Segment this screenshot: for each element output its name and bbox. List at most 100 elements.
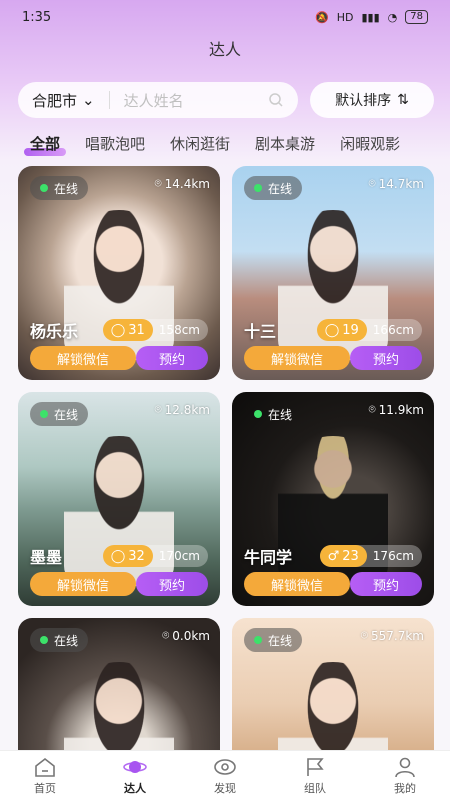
book-button[interactable]: 预约 [136, 572, 208, 596]
hd-signal-icon: HD [336, 10, 354, 24]
height-value: 170cm [158, 549, 200, 563]
bottom-nav: 首页 达人 发现 组队 我的 [0, 750, 450, 800]
talent-card[interactable]: 在线 ⌾ 14.7km 十三 ◯ 19 166cm 解锁微信 预约 [232, 166, 434, 380]
talent-card[interactable]: 在线 ⌾ 12.8km 墨墨 ◯ 32 170cm 解锁微信 预约 [18, 392, 220, 606]
count-value: 32 [128, 548, 145, 564]
nav-talent[interactable]: 达人 [105, 756, 165, 796]
divider [108, 91, 110, 109]
category-tabs: 全部 唱歌泡吧 休闲逛街 剧本桌游 闲暇观影 [0, 128, 450, 158]
online-badge: 在线 [244, 176, 303, 200]
tab-all[interactable]: 全部 [23, 133, 67, 156]
signal-icon: ▮▮▮ [361, 10, 380, 24]
location-pin-icon: ⌾ [154, 176, 162, 190]
button-row: 解锁微信 预约 [244, 346, 422, 370]
nav-team-label: 组队 [304, 781, 326, 795]
chat-bubble-icon: ◯ [110, 322, 126, 338]
planet-icon [123, 760, 147, 773]
search-box[interactable]: 合肥市 ⌄ 达人姓名 [18, 82, 298, 118]
chevron-down-icon: ⌄ [82, 91, 95, 109]
sort-button[interactable]: 默认排序 ⇅ [310, 82, 434, 118]
count-value: 31 [128, 322, 145, 338]
online-badge: 在线 [30, 628, 89, 652]
search-row: 合肥市 ⌄ 达人姓名 默认排序 ⇅ [18, 82, 434, 118]
tab-boardgames[interactable]: 剧本桌游 [255, 133, 315, 154]
button-row: 解锁微信 预约 [244, 572, 422, 596]
nav-talent-label: 达人 [124, 781, 146, 795]
talent-name: 十三 [244, 322, 277, 341]
talent-grid: 在线 ⌾ 14.4km 杨乐乐 ◯ 31 158cm 解锁微信 预约 在线 ⌾ … [18, 166, 434, 800]
home-icon [35, 757, 55, 777]
page-title: 达人 [208, 40, 241, 59]
unlock-wechat-button[interactable]: 解锁微信 [30, 572, 136, 596]
button-row: 解锁微信 预约 [30, 346, 208, 370]
nav-mine[interactable]: 我的 [375, 756, 435, 796]
location-pin-icon: ⌾ [162, 628, 170, 642]
online-dot-icon [40, 636, 48, 644]
online-label: 在线 [268, 633, 293, 648]
online-label: 在线 [54, 181, 79, 196]
nav-team[interactable]: 组队 [285, 756, 345, 796]
location-pin-icon: ⌾ [368, 176, 376, 190]
name-row: 墨墨 ◯ 32 170cm [30, 544, 208, 568]
online-label: 在线 [54, 407, 79, 422]
tab-shopping[interactable]: 休闲逛街 [170, 133, 230, 154]
tab-movies[interactable]: 闲暇观影 [340, 133, 400, 154]
mute-icon: 🔕 [315, 10, 329, 24]
distance-value: 12.8km [164, 402, 210, 417]
nav-discover[interactable]: 发现 [195, 756, 255, 796]
online-badge: 在线 [30, 402, 89, 426]
user-icon [395, 757, 415, 777]
distance-value: 11.9km [378, 402, 424, 417]
distance-value: 14.4km [164, 176, 210, 191]
online-dot-icon [40, 410, 48, 418]
talent-card[interactable]: 在线 ⌾ 14.4km 杨乐乐 ◯ 31 158cm 解锁微信 预约 [18, 166, 220, 380]
online-badge: 在线 [244, 402, 302, 426]
button-row: 解锁微信 预约 [30, 572, 208, 596]
name-row: 牛同学 ♂ 23 176cm [244, 544, 422, 568]
online-dot-icon [40, 184, 48, 192]
male-icon: ♂ [327, 548, 340, 564]
location-pin-icon: ⌾ [154, 402, 162, 416]
wifi-icon: ◔ [387, 10, 398, 24]
nav-home[interactable]: 首页 [15, 756, 75, 796]
status-time: 1:35 [22, 9, 52, 25]
unlock-wechat-button[interactable]: 解锁微信 [30, 346, 136, 370]
distance-value: 557.7km [371, 628, 424, 643]
nav-home-label: 首页 [34, 781, 56, 795]
chat-bubble-icon: ◯ [110, 548, 126, 564]
city-selector[interactable]: 合肥市 ⌄ [32, 90, 95, 111]
distance: ⌾ 12.8km [154, 402, 210, 417]
talent-name: 牛同学 [244, 548, 293, 567]
online-dot-icon [254, 636, 262, 644]
search-input[interactable]: 达人姓名 [124, 90, 268, 111]
distance: ⌾ 14.7km [368, 176, 424, 191]
flag-icon [307, 757, 324, 776]
book-button[interactable]: 预约 [350, 572, 422, 596]
stats: ◯ 32 170cm [102, 545, 208, 567]
eye-icon [214, 758, 236, 775]
tab-singing[interactable]: 唱歌泡吧 [85, 133, 145, 154]
count-value: 19 [342, 322, 359, 338]
talent-card[interactable]: 在线 ⌾ 11.9km 牛同学 ♂ 23 176cm 解锁微信 预约 [232, 392, 434, 606]
count-pill: ♂ 23 [319, 545, 367, 567]
distance-value: 0.0km [172, 628, 210, 643]
unlock-wechat-button[interactable]: 解锁微信 [244, 572, 350, 596]
name-row: 十三 ◯ 19 166cm [244, 318, 422, 342]
talent-name: 杨乐乐 [30, 322, 79, 341]
search-icon[interactable] [268, 92, 284, 108]
chat-bubble-icon: ◯ [324, 322, 340, 338]
city-label: 合肥市 [32, 91, 78, 110]
nav-discover-label: 发现 [214, 781, 236, 795]
distance: ⌾ 557.7km [361, 628, 424, 643]
location-pin-icon: ⌾ [368, 402, 376, 416]
online-label: 在线 [268, 407, 293, 422]
name-row: 杨乐乐 ◯ 31 158cm [30, 318, 208, 342]
height-value: 176cm [372, 549, 414, 563]
unlock-wechat-button[interactable]: 解锁微信 [244, 346, 350, 370]
book-button[interactable]: 预约 [136, 346, 208, 370]
status-icons: 🔕 HD ▮▮▮ ◔ 78 [315, 10, 428, 24]
book-button[interactable]: 预约 [350, 346, 422, 370]
height-value: 158cm [158, 323, 200, 337]
distance-value: 14.7km [378, 176, 424, 191]
count-pill: ◯ 19 [316, 319, 367, 341]
